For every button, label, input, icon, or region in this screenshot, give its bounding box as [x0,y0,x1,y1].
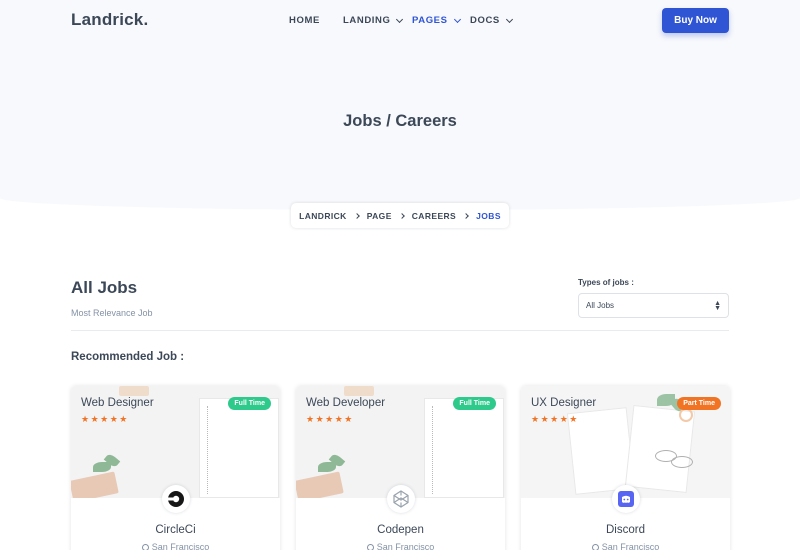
chevron-right-icon [398,212,405,219]
job-title: Web Developer [306,397,386,409]
nav-item-pages[interactable]: PAGES [412,15,461,26]
job-type-badge: Full Time [453,397,496,410]
chevron-down-icon [505,15,513,23]
chevron-right-icon [463,212,469,219]
job-type-badge: Part Time [677,397,721,410]
discord-icon [612,485,640,513]
chevron-right-icon [353,212,360,219]
job-type-select[interactable]: All Jobs ▲ ▼ [578,293,729,318]
rating-stars: ★★★★★ [531,414,579,424]
recommended-jobs-heading: Recommended Job : [71,351,185,363]
page-title: Jobs / Careers [343,112,457,130]
company-name[interactable]: Discord [521,524,730,536]
job-location-text: San Francisco [601,542,660,550]
select-arrows-icon: ▲ ▼ [714,299,721,312]
nav-item-docs[interactable]: DOCS [470,15,513,26]
buy-now-button[interactable]: Buy Now [662,8,729,33]
job-card[interactable]: Web Designer ★★★★★ Full Time CircleCi Sa… [71,386,280,550]
job-title: UX Designer [531,397,597,409]
rating-stars: ★★★★★ [306,414,354,424]
job-location: San Francisco [521,542,730,550]
map-pin-icon [366,544,374,550]
nav-item-home[interactable]: HOME [289,15,320,26]
job-card[interactable]: UX Designer ★★★★★ Part Time Discord San … [521,386,730,550]
job-title: Web Designer [81,397,154,409]
job-type-select-value: All Jobs [586,301,615,310]
map-pin-icon [141,544,149,550]
codepen-icon [387,485,415,513]
job-type-badge: Full Time [228,397,271,410]
nav-item-landing[interactable]: LANDING [343,15,404,26]
nav-item-label: HOME [289,15,320,26]
job-type-filter-label: Types of jobs : [578,278,634,287]
job-location-text: San Francisco [151,542,210,550]
job-location: San Francisco [71,542,280,550]
breadcrumb-item-careers[interactable]: CAREERS [412,211,456,221]
company-name[interactable]: Codepen [296,524,505,536]
chevron-down-icon [396,15,404,23]
map-pin-icon [591,544,599,550]
nav-item-label: DOCS [470,15,500,26]
nav-item-label: PAGES [412,15,448,26]
circleci-icon [162,485,190,513]
breadcrumb-item-page[interactable]: PAGE [367,211,392,221]
all-jobs-subtitle: Most Relevance Job [71,308,153,318]
breadcrumb: LANDRICK PAGE CAREERS JOBS [291,203,509,228]
nav-item-label: LANDING [343,15,391,26]
breadcrumb-item-jobs: JOBS [476,210,501,221]
job-location: San Francisco [296,542,505,550]
job-card[interactable]: Web Developer ★★★★★ Full Time Codepen Sa… [296,386,505,550]
top-navbar: Landrick. HOME LANDING PAGES DOCS Buy No… [0,0,800,44]
job-location-text: San Francisco [376,542,435,550]
company-name[interactable]: CircleCi [71,524,280,536]
section-divider [71,330,729,331]
rating-stars: ★★★★★ [81,414,129,424]
all-jobs-heading: All Jobs [71,278,138,297]
breadcrumb-item-landrick[interactable]: LANDRICK [299,211,347,221]
chevron-down-icon [453,15,461,23]
